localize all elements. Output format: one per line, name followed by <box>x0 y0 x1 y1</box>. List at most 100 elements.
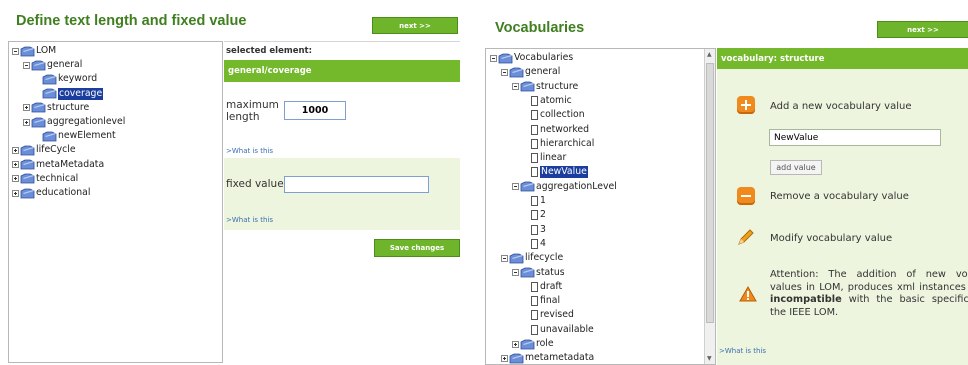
tree-node[interactable]: aggregationLevel <box>512 181 617 193</box>
tree-node[interactable]: status <box>512 267 565 279</box>
tree-node-label: keyword <box>58 73 98 85</box>
tree-node[interactable]: metaMetadata <box>12 159 104 171</box>
tree-node[interactable]: lifeCycle <box>12 144 76 156</box>
selected-element-label: selected element: <box>226 46 312 56</box>
scroll-down-arrow[interactable]: ▼ <box>707 355 712 362</box>
expand-icon[interactable] <box>23 118 30 126</box>
add-value-button[interactable]: add value <box>770 160 822 175</box>
folder-icon <box>498 53 513 64</box>
new-value-input[interactable] <box>769 129 941 146</box>
tree-node-label: structure <box>536 80 579 92</box>
tree-node[interactable]: general <box>501 66 560 78</box>
tree-node-label: linear <box>540 152 567 164</box>
collapse-icon[interactable] <box>501 254 508 262</box>
document-icon <box>531 95 538 106</box>
left-next-button[interactable]: next >> <box>372 17 458 34</box>
document-icon <box>531 310 538 321</box>
expand-icon[interactable] <box>12 175 19 183</box>
what-is-this-link-1[interactable]: >What is this <box>226 147 273 155</box>
tree-node-label: 3 <box>540 223 546 235</box>
expand-icon[interactable] <box>12 189 19 197</box>
tree-node[interactable]: keyword <box>34 73 97 85</box>
collapse-icon[interactable] <box>490 54 497 62</box>
document-icon <box>531 138 538 149</box>
right-next-button[interactable]: next >> <box>877 21 968 38</box>
tree-node-label: LOM <box>36 45 57 56</box>
folder-icon <box>31 117 46 128</box>
collapse-icon[interactable] <box>512 269 519 276</box>
folder-icon <box>42 131 57 142</box>
tree-node[interactable]: unavailable <box>523 324 594 336</box>
tree-node[interactable]: general <box>23 59 82 71</box>
tree-node[interactable]: metametadata <box>501 352 594 364</box>
what-is-this-link-3[interactable]: >What is this <box>719 347 766 355</box>
remove-icon[interactable] <box>737 187 755 205</box>
tree-node[interactable]: hierarchical <box>523 138 594 150</box>
tree-scrollbar[interactable]: ▲ ▼ <box>704 49 715 364</box>
tree-node[interactable]: structure <box>512 81 578 93</box>
tree-node[interactable]: linear <box>523 152 566 164</box>
collapse-icon[interactable] <box>512 83 519 91</box>
tree-node[interactable]: role <box>512 338 554 350</box>
tree-node[interactable]: 4 <box>523 238 546 250</box>
add-icon[interactable] <box>737 96 755 114</box>
remove-vocabulary-label[interactable]: Remove a vocabulary value <box>770 191 909 202</box>
expand-icon[interactable] <box>501 354 508 362</box>
right-tree-panel: Vocabularies general structure atomic collec… <box>485 48 716 365</box>
tree-node-label: lifecycle <box>525 252 564 264</box>
tree-node[interactable]: revised <box>523 309 574 321</box>
tree-node[interactable]: NewValue <box>523 166 588 179</box>
expand-icon[interactable] <box>12 161 19 169</box>
collapse-icon[interactable] <box>23 61 30 69</box>
scroll-up-arrow[interactable]: ▲ <box>707 51 712 58</box>
collapse-icon[interactable] <box>12 47 19 55</box>
tree-node[interactable]: Vocabularies <box>490 52 573 64</box>
document-icon <box>531 210 538 221</box>
tree-node[interactable]: lifecycle <box>501 252 563 264</box>
tree-node[interactable]: draft <box>523 281 562 293</box>
folder-icon <box>42 74 57 85</box>
collapse-icon[interactable] <box>512 183 519 191</box>
tree-node-label: revised <box>540 309 574 321</box>
fixed-value-input[interactable] <box>284 176 429 193</box>
tree-node[interactable]: educational <box>12 187 90 199</box>
tree-node[interactable]: newElement <box>34 130 116 142</box>
selected-element-value: general/coverage <box>224 60 460 82</box>
tree-node[interactable]: atomic <box>523 95 572 107</box>
tree-node[interactable]: 1 <box>523 195 546 207</box>
expand-icon[interactable] <box>512 340 519 348</box>
folder-icon <box>31 60 46 71</box>
expand-icon[interactable] <box>23 104 30 112</box>
right-page-title: Vocabularies <box>495 20 585 36</box>
folder-icon <box>31 102 46 113</box>
tree-node[interactable]: structure <box>23 102 89 114</box>
folder-icon <box>520 181 535 192</box>
left-tree-panel: LOM general keyword coverage structure aggreg… <box>8 41 223 363</box>
tree-node[interactable]: collection <box>523 109 585 121</box>
save-changes-button[interactable]: Save changes <box>374 239 460 257</box>
tree-node[interactable]: final <box>523 295 560 307</box>
what-is-this-link-2[interactable]: >What is this <box>226 216 273 224</box>
tree-node[interactable]: aggregationlevel <box>23 116 125 128</box>
tree-node[interactable]: networked <box>523 124 589 136</box>
max-length-label: maximum length <box>226 99 279 123</box>
tree-node[interactable]: technical <box>12 173 78 185</box>
pencil-icon[interactable] <box>736 227 756 247</box>
tree-node-label: metaMetadata <box>36 158 105 170</box>
tree-node[interactable]: coverage <box>34 87 104 100</box>
folder-icon <box>42 88 57 99</box>
folder-icon <box>509 253 524 264</box>
tree-node[interactable]: 3 <box>523 224 546 236</box>
folder-icon <box>509 353 524 364</box>
folder-icon <box>20 188 35 199</box>
tree-node-label: metametadata <box>525 352 595 364</box>
scroll-thumb[interactable] <box>706 63 714 323</box>
vocabulary-actions: Add a new vocabulary value add value Rem… <box>717 69 968 365</box>
tree-node[interactable]: LOM <box>12 45 56 57</box>
expand-icon[interactable] <box>12 146 19 154</box>
collapse-icon[interactable] <box>501 68 508 76</box>
modify-vocabulary-label[interactable]: Modify vocabulary value <box>770 233 892 244</box>
max-length-input[interactable] <box>284 101 346 120</box>
tree-node[interactable]: 2 <box>523 209 546 221</box>
right-tree: Vocabularies general structure atomic collec… <box>486 49 705 364</box>
